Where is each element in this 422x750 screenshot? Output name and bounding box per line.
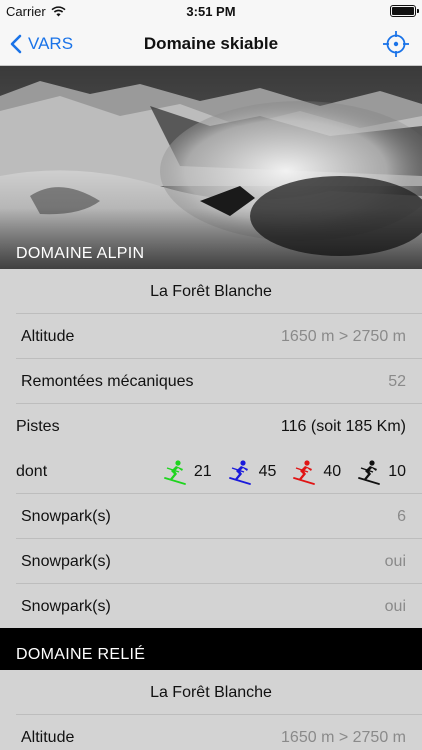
of-which-label: dont <box>16 463 48 480</box>
domain-name-row: La Forêt Blanche <box>0 269 422 314</box>
slopes-label: Pistes <box>16 418 60 435</box>
navigation-bar: VARS Domaine skiable <box>0 22 422 66</box>
lifts-row: Remontées mécaniques 52 <box>0 359 422 404</box>
snowpark-row: Snowpark(s) oui <box>0 584 422 629</box>
red-slopes-count: 40 <box>323 462 342 480</box>
slopes-row: Pistes 116 (soit 185 Km) <box>0 404 422 449</box>
status-time: 3:51 PM <box>186 4 236 19</box>
domain-name: La Forêt Blanche <box>150 283 272 300</box>
altitude-value: 1650 m > 2750 m <box>281 729 406 746</box>
ski-area-hero-image: DOMAINE ALPIN <box>0 66 422 269</box>
altitude-row: Altitude 1650 m > 2750 m <box>0 314 422 359</box>
altitude-row: Altitude 1650 m > 2750 m <box>0 715 422 750</box>
snowpark-value: 6 <box>397 508 406 525</box>
skier-blue-icon <box>228 459 251 485</box>
skier-green-icon <box>163 459 186 485</box>
green-slopes: 21 <box>161 459 212 485</box>
domain-name: La Forêt Blanche <box>150 684 272 701</box>
lifts-value: 52 <box>388 373 406 390</box>
page-title: Domaine skiable <box>143 34 279 53</box>
blue-slopes-count: 45 <box>258 462 277 480</box>
section-label-alpine: DOMAINE ALPIN <box>16 245 145 262</box>
snowpark-label: Snowpark(s) <box>21 508 111 525</box>
section-header-linked: DOMAINE RELIÉ <box>0 628 422 670</box>
snowpark-row: Snowpark(s) oui <box>0 539 422 584</box>
skier-black-icon <box>358 459 381 485</box>
altitude-value: 1650 m > 2750 m <box>281 328 406 345</box>
snow-mountain-image <box>0 66 422 269</box>
linked-domain-list: La Forêt Blanche Altitude 1650 m > 2750 … <box>0 670 422 750</box>
skier-red-icon <box>293 459 316 485</box>
slope-counts: 21 45 40 10 <box>153 449 406 494</box>
green-slopes-count: 21 <box>193 462 212 480</box>
black-slopes-count: 10 <box>388 462 406 480</box>
black-slopes: 10 <box>355 459 406 485</box>
battery-icon <box>390 5 419 17</box>
snowpark-label: Snowpark(s) <box>21 553 111 570</box>
blue-slopes: 45 <box>226 459 277 485</box>
snowpark-value: oui <box>384 553 406 570</box>
altitude-label: Altitude <box>21 328 75 345</box>
altitude-label: Altitude <box>21 729 75 746</box>
lifts-label: Remontées mécaniques <box>21 373 194 390</box>
section-label-linked: DOMAINE RELIÉ <box>16 646 146 663</box>
red-slopes: 40 <box>290 459 341 485</box>
domain-name-row: La Forêt Blanche <box>0 670 422 715</box>
alpine-domain-list: La Forêt Blanche Altitude 1650 m > 2750 … <box>0 269 422 629</box>
locate-crosshair-icon[interactable] <box>382 30 410 58</box>
snowpark-label: Snowpark(s) <box>21 598 111 615</box>
slope-breakdown-row: dont 21 45 40 10 <box>0 449 422 494</box>
status-bar: Carrier 3:51 PM <box>0 0 422 22</box>
snowpark-value: oui <box>384 598 406 615</box>
snowpark-row: Snowpark(s) 6 <box>0 494 422 539</box>
slopes-value: 116 (soit 185 Km) <box>280 418 406 435</box>
